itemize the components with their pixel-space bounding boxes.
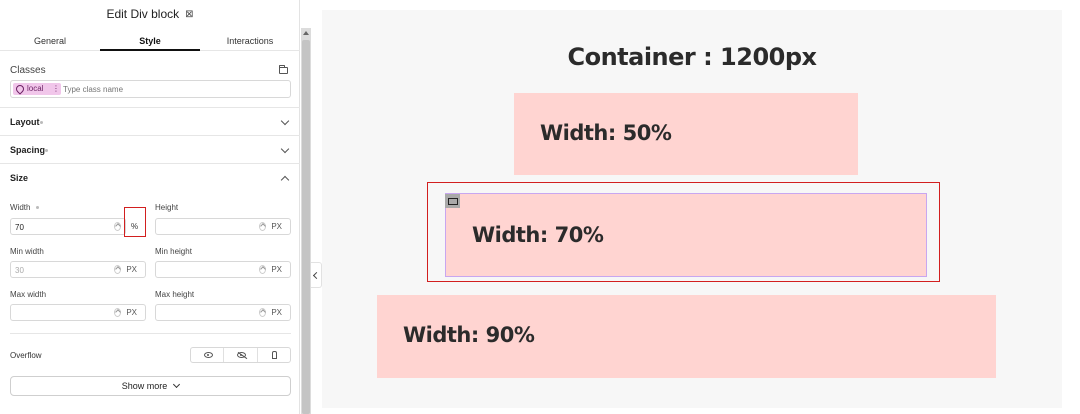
overflow-scroll-button[interactable] [258,348,290,362]
section-layout-label: Layout [10,117,40,127]
scroll-icon [271,351,277,359]
class-chip-local[interactable]: local ⋮ [13,83,61,95]
close-icon[interactable]: ⊠ [185,9,193,20]
folder-icon[interactable] [279,65,288,74]
stepper-icon[interactable] [259,265,266,274]
container-title: Container : 1200px [567,43,817,71]
more-vertical-icon[interactable]: ⋮ [52,83,60,95]
section-layout[interactable]: Layout [0,107,300,135]
min-height-unit[interactable]: PX [271,265,282,274]
max-height-field[interactable]: PX [155,304,291,321]
eye-off-icon [237,352,247,358]
status-dot-icon [36,206,40,209]
width-unit: % [131,222,139,231]
min-height-input[interactable] [160,264,250,276]
max-width-input[interactable] [15,307,105,319]
overflow-hidden-button[interactable] [224,348,258,362]
overflow-toggle-group [190,347,291,363]
section-size-label: Size [10,173,29,183]
section-spacing[interactable]: Spacing [0,135,300,163]
width-field[interactable] [10,218,126,235]
location-pin-icon [14,83,26,95]
height-input[interactable] [160,221,250,233]
width-unit-select[interactable]: % [124,207,146,237]
stepper-icon[interactable] [114,222,121,231]
height-field[interactable]: PX [155,218,291,235]
stepper-icon[interactable] [259,222,266,231]
scroll-up-icon[interactable] [302,28,310,38]
min-width-unit[interactable]: PX [126,265,137,274]
max-height-input[interactable] [160,307,250,319]
classes-label: Classes [10,65,46,76]
chevron-down-icon [173,380,181,389]
div-block-90[interactable]: Width: 90% [377,295,996,378]
chevron-up-icon [280,175,290,185]
tab-interactions[interactable]: Interactions [200,31,300,50]
panel-title: Edit Div block [106,7,180,21]
status-dot-icon [45,149,48,152]
max-height-unit[interactable]: PX [271,308,282,317]
max-width-unit[interactable]: PX [126,308,137,317]
panel-header: Edit Div block ⊠ [0,7,300,21]
status-dot-icon [40,121,43,124]
section-spacing-label: Spacing [10,145,46,155]
min-height-label: Min height [155,247,192,256]
show-more-label: Show more [121,381,168,391]
class-chip-label: local [27,84,44,93]
height-label: Height [155,203,179,212]
class-name-input[interactable] [63,82,283,96]
box-label: Width: 50% [540,121,672,145]
stepper-icon[interactable] [259,308,266,317]
div-block-50[interactable]: Width: 50% [514,93,858,175]
scrollbar-thumb[interactable] [302,40,310,414]
stepper-icon[interactable] [114,308,121,317]
overflow-visible-button[interactable] [191,348,225,362]
width-label: Width [10,203,40,212]
min-width-input[interactable] [15,264,105,276]
element-badge-icon[interactable] [445,194,460,208]
overflow-label: Overflow [10,351,42,360]
tab-style[interactable]: Style [100,31,200,51]
chevron-down-icon [280,116,290,126]
max-width-label: Max width [10,290,47,299]
height-unit[interactable]: PX [271,222,282,231]
chevron-down-icon [280,144,290,154]
editor-panel: Edit Div block ⊠ General Style Interactio… [0,0,300,414]
divider [10,333,291,334]
class-selector[interactable]: local ⋮ [10,80,291,98]
box-label: Width: 70% [472,223,604,247]
min-width-field[interactable]: PX [10,261,146,278]
width-label-text: Width [10,203,31,212]
tab-general[interactable]: General [0,31,100,50]
min-height-field[interactable]: PX [155,261,291,278]
collapse-panel-button[interactable] [311,262,322,288]
box-label: Width: 90% [403,323,535,347]
tab-bar: General Style Interactions [0,31,300,51]
div-block-70[interactable]: Width: 70% [445,193,927,277]
max-height-label: Max height [155,290,195,299]
stepper-icon[interactable] [114,265,121,274]
show-more-button[interactable]: Show more [10,376,291,396]
design-canvas: Container : 1200px Width: 50% Width: 70%… [322,10,1062,408]
section-size[interactable]: Size [0,163,300,191]
min-width-label: Min width [10,247,44,256]
width-input[interactable] [15,221,105,233]
max-width-field[interactable]: PX [10,304,146,321]
eye-icon [204,352,213,358]
